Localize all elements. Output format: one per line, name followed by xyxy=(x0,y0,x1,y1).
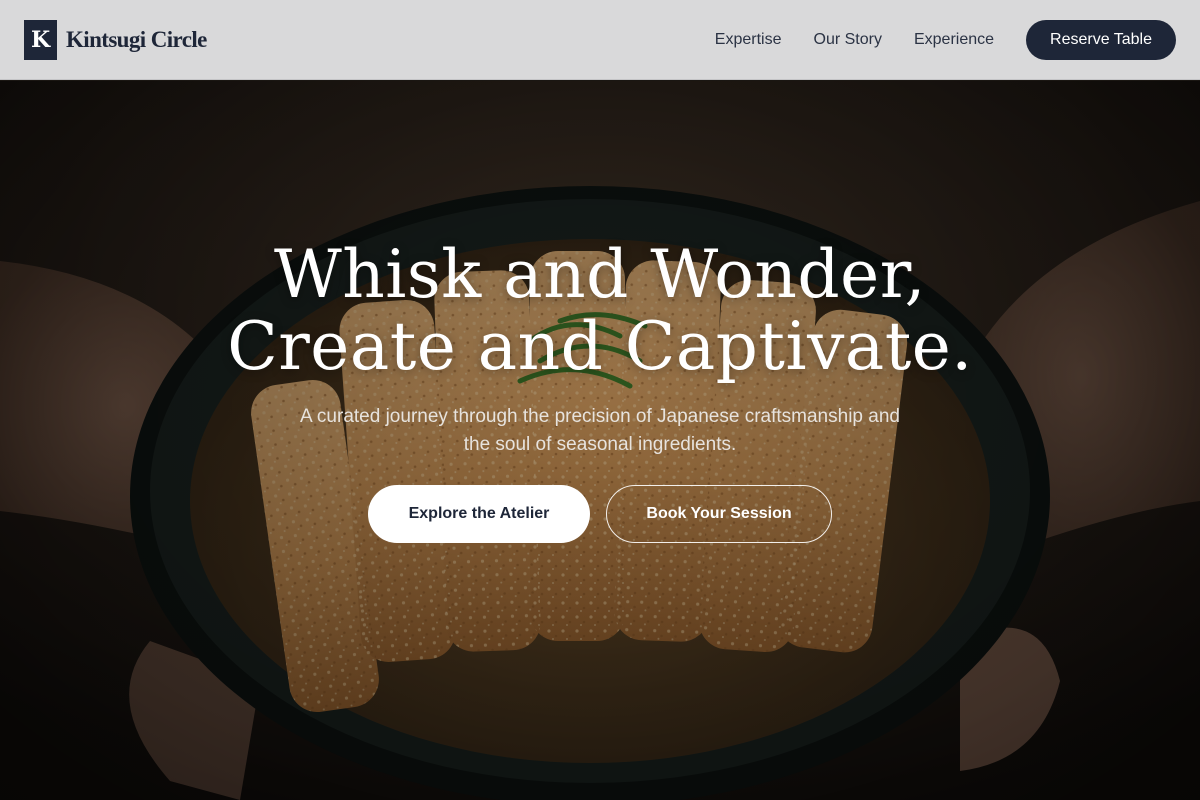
brand[interactable]: K Kintsugi Circle xyxy=(24,19,207,60)
reserve-table-button[interactable]: Reserve Table xyxy=(1026,19,1176,60)
brand-name: Kintsugi Circle xyxy=(66,26,207,52)
hero-section: Whisk and Wonder, Create and Captivate. … xyxy=(0,81,1200,800)
book-session-button[interactable]: Book Your Session xyxy=(606,485,832,543)
brand-logo-mark: K xyxy=(24,19,57,60)
nav-link-our-story[interactable]: Our Story xyxy=(814,31,882,49)
hero-content: Whisk and Wonder, Create and Captivate. … xyxy=(0,239,1200,543)
hero-subtitle-line-1: A curated journey through the precision … xyxy=(300,406,900,427)
main-nav: Expertise Our Story Experience Reserve T… xyxy=(715,19,1176,60)
explore-atelier-button[interactable]: Explore the Atelier xyxy=(368,485,590,543)
hero-cta-row: Explore the Atelier Book Your Session xyxy=(368,485,832,543)
hero-title: Whisk and Wonder, Create and Captivate. xyxy=(227,239,973,383)
nav-link-experience[interactable]: Experience xyxy=(914,31,994,49)
hero-title-line-1: Whisk and Wonder, xyxy=(273,236,927,313)
hero-subtitle-line-2: the soul of seasonal ingredients. xyxy=(463,434,737,455)
hero-subtitle: A curated journey through the precision … xyxy=(260,403,940,459)
site-header: K Kintsugi Circle Expertise Our Story Ex… xyxy=(0,0,1200,80)
hero-title-line-2: Create and Captivate. xyxy=(227,308,973,385)
nav-link-expertise[interactable]: Expertise xyxy=(715,31,782,49)
